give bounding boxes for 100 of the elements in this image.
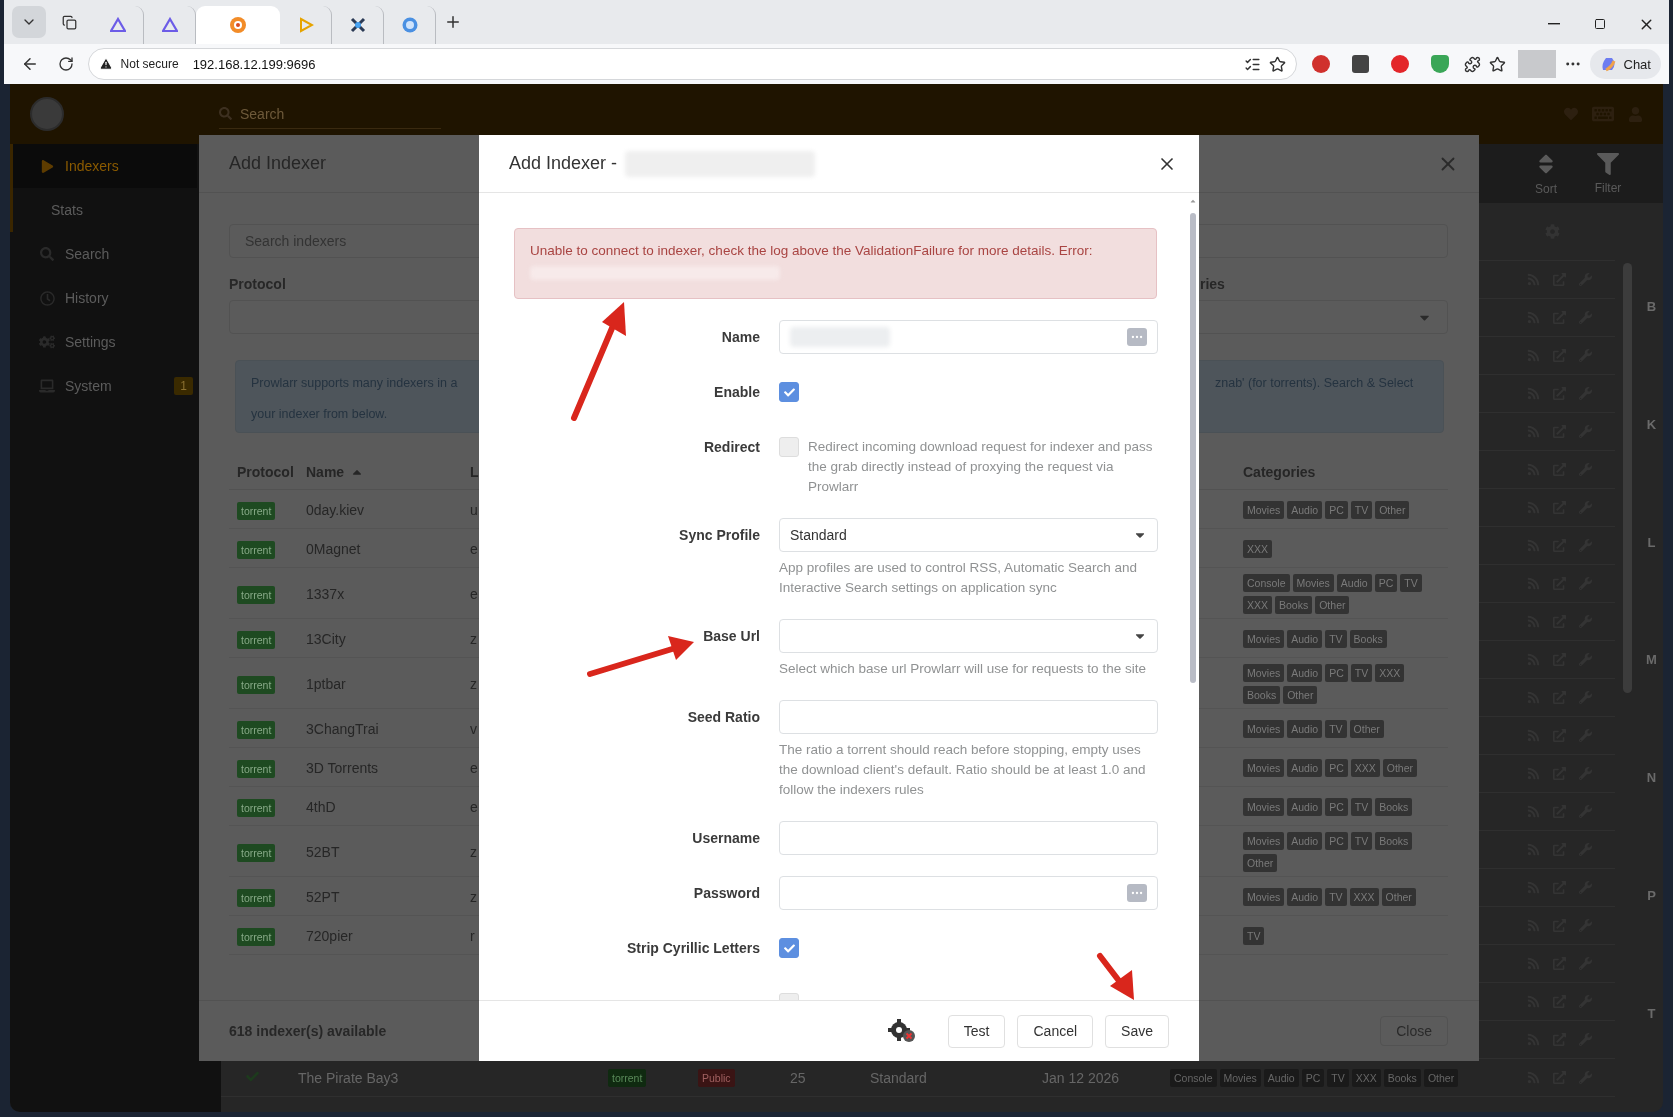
maximize-icon [1594,18,1606,30]
tab-list-button[interactable] [12,6,46,38]
plus-icon [444,13,462,31]
protocol-tag: torrent [237,630,276,649]
sidebar-item[interactable]: Search [10,232,197,276]
minimize-icon [1548,23,1560,25]
jump-letter[interactable]: N [1646,770,1657,786]
category-tag: Audio [1287,720,1323,738]
extension-icon[interactable] [1311,55,1330,73]
sidebar-item[interactable]: System 1 [10,364,197,408]
category-tag: Audio [1336,574,1372,592]
play-icon [39,159,55,173]
scrollbar[interactable] [1190,213,1196,683]
category-tag: TV [1350,832,1373,850]
input-field[interactable] [779,821,1158,855]
protocol-tag: torrent [237,540,276,559]
input-field[interactable] [779,320,1158,354]
input-field[interactable] [779,876,1158,910]
field-label: Password [693,884,760,903]
category-tag: Other [1349,720,1384,738]
protocol-tag: torrent [237,798,276,817]
category-tag: PC [1374,574,1398,592]
category-tag: Audio [1287,664,1323,682]
gear-error-icon [887,1019,916,1043]
profile-placeholder[interactable] [1517,50,1556,78]
search-field[interactable]: Search [219,99,441,129]
clock-icon [39,290,55,306]
filter-icon [1597,152,1619,175]
category-tag: Other [1423,1068,1459,1087]
category-tag: Movies [1243,720,1285,738]
category-tag: TV [1325,888,1347,906]
dialog-title: Add Indexer - [509,153,618,174]
select-field[interactable] [779,619,1158,653]
category-tag: TV [1243,927,1265,945]
more-button[interactable] [1127,328,1147,346]
category-tag: PC [1325,501,1348,519]
favorites-icon[interactable] [1489,55,1506,73]
jump-letter[interactable]: L [1647,534,1656,550]
toolbar-button[interactable]: Filter [1583,152,1633,195]
category-tag: PC [1325,759,1348,777]
field-label: Username [692,829,760,848]
category-tag: Audio [1287,798,1323,816]
checkbox[interactable] [779,382,799,402]
category-tag: Movies [1219,1068,1261,1087]
protocol-tag: torrent [237,675,276,694]
reload-icon [57,56,74,72]
dialog-button[interactable]: Test [947,1014,1006,1048]
error-message: Unable to connect to indexer, check the log above the ValidationFailure for more details. Error: [530,243,1094,258]
jump-letter[interactable]: M [1646,652,1657,668]
extension-icon[interactable] [1351,55,1370,73]
checkbox[interactable] [779,938,799,958]
shield-icon[interactable] [1431,55,1450,73]
added-date: Jan 12 2026 [1042,1069,1121,1086]
address-bar[interactable]: Not secure 192.168.12.199:9696 [87,48,1297,80]
toolbar-button[interactable]: Sort [1521,151,1571,196]
category-tag: TV [1350,664,1373,682]
category-tag: Books [1243,686,1281,704]
count-badge: 1 [174,377,193,395]
select-field[interactable]: Standard [779,518,1158,552]
privacy-tag: Public [698,1068,735,1087]
category-tag: TV [1325,720,1347,738]
extension-icon[interactable] [1391,55,1410,73]
sidebar-item[interactable]: Indexers [10,144,197,188]
jump-letter[interactable]: P [1647,887,1656,903]
protocol-tag: torrent [237,759,276,778]
input-field[interactable] [779,700,1158,734]
search-icon [219,107,232,120]
indexer-name: The Pirate Bay3 [298,1069,400,1086]
field-label: Sync Profile [679,526,760,545]
check-icon [783,942,795,954]
category-tag: Console [1170,1068,1217,1087]
scroll-up-icon[interactable] [1189,197,1197,205]
dialog-button[interactable]: Save [1105,1014,1169,1048]
annotation-arrow [1097,953,1134,1000]
category-tag: Books [1383,1068,1421,1087]
puzzle-icon[interactable] [1464,55,1482,73]
security-label: Not secure [120,57,179,71]
category-tag: Audio [1287,630,1323,648]
dialog-button[interactable]: Cancel [1017,1014,1094,1048]
sidebar-item[interactable]: History [10,276,197,320]
jump-letter[interactable]: T [1647,1005,1656,1021]
jump-letter[interactable]: K [1646,417,1657,433]
tabs-icon [61,14,77,30]
more-button[interactable] [1127,884,1147,902]
disc-logo-icon [401,17,418,33]
field-label: Strip Cyrillic Letters [626,939,760,958]
protocol-tag: torrent [237,585,276,604]
check-icon [783,386,795,398]
jump-letter[interactable]: B [1646,299,1657,315]
category-tag: Audio [1287,888,1323,906]
browser-tab[interactable] [196,6,280,44]
protocol-tag: torrent [237,843,276,862]
category-tag: Audio [1287,501,1323,519]
category-tag: Audio [1287,759,1323,777]
sidebar-item[interactable]: Settings [10,320,197,364]
category-tag: Books [1275,596,1313,614]
star-icon[interactable] [1268,55,1286,73]
app-logo[interactable] [30,97,64,131]
chat-button[interactable]: Chat [1589,49,1661,79]
category-tag: TV [1325,630,1347,648]
